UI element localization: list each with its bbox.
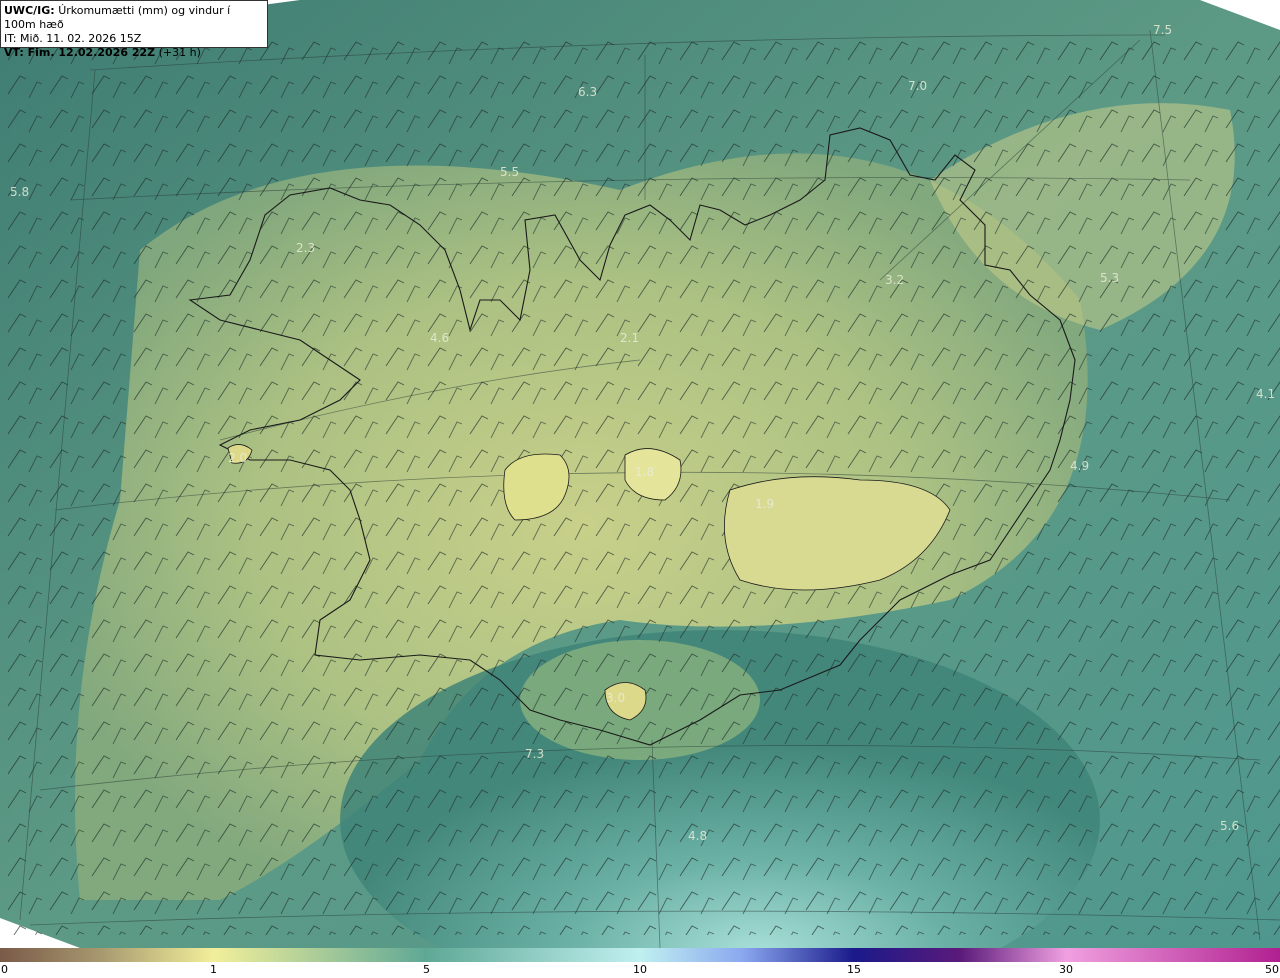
colorbar-tick: 5	[423, 963, 430, 976]
colorbar	[0, 948, 1280, 962]
valid-time-line: VT: Fim. 12.02.2026 22Z (+31 h)	[4, 46, 264, 60]
map-label: 1.8	[635, 465, 654, 479]
map-label: 7.0	[908, 79, 927, 93]
map-label: 4.1	[1256, 387, 1275, 401]
map-label: 1.9	[755, 497, 774, 511]
weather-map: 6.3 7.0 7.5 5.8 5.5 2.3 3.2 5.3 4.6 2.1 …	[0, 0, 1280, 948]
map-label: 7.5	[1153, 23, 1172, 37]
map-label: 5.6	[1220, 819, 1239, 833]
init-time: IT: Mið. 11. 02. 2026 15Z	[4, 32, 142, 45]
colorbar-tick: 15	[847, 963, 861, 976]
title-line: UWC/IG: Úrkomumætti (mm) og vindur í 100…	[4, 4, 264, 32]
map-label: 4.8	[688, 829, 707, 843]
map-label: 3.2	[885, 273, 904, 287]
lead-time: (+31 h)	[158, 46, 201, 59]
colorbar-tick: 50	[1265, 963, 1279, 976]
map-label: 5.8	[10, 185, 29, 199]
map-label: 5.5	[500, 165, 519, 179]
title-box: UWC/IG: Úrkomumætti (mm) og vindur í 100…	[0, 0, 268, 59]
map-label: 3.0	[606, 691, 625, 705]
map-label: 2.3	[296, 241, 315, 255]
colorbar-tick: 10	[633, 963, 647, 976]
map-label: 4.6	[430, 331, 449, 345]
map-label: 2.0	[228, 451, 247, 465]
map-label: 5.3	[1100, 271, 1119, 285]
product-code: UWC/IG:	[4, 4, 55, 17]
map-label: 2.1	[620, 331, 639, 345]
colorbar-tick: 30	[1059, 963, 1073, 976]
map-label: 7.3	[525, 747, 544, 761]
map-label: 6.3	[578, 85, 597, 99]
colorbar-tick: 1	[210, 963, 217, 976]
valid-time: VT: Fim. 12.02.2026 22Z	[4, 46, 156, 59]
map-label: 4.9	[1070, 459, 1089, 473]
colorbar-tick: 0	[1, 963, 8, 976]
